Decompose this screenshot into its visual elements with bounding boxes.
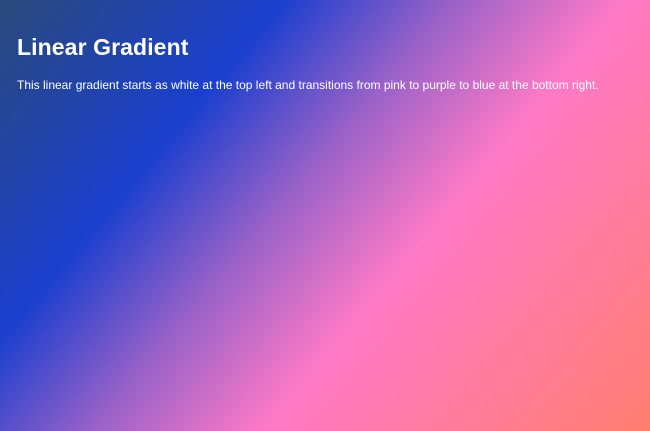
page-title: Linear Gradient (17, 34, 189, 60)
page-description: This linear gradient starts as white at … (17, 78, 599, 92)
gradient-page: Linear Gradient This linear gradient sta… (0, 0, 650, 431)
